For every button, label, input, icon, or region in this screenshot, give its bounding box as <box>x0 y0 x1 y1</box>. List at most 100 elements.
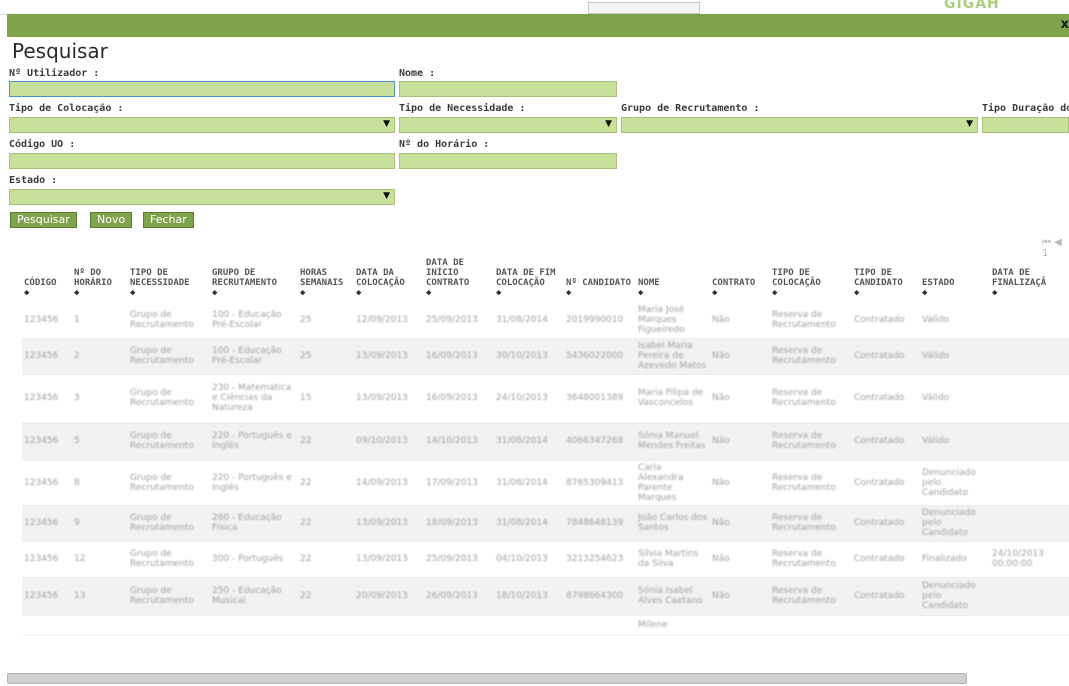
table-row[interactable]: 123456 1 Grupo de Recrutamento 100 - Educaç… <box>22 302 1069 339</box>
table-cell: Não <box>710 505 770 542</box>
sort-icon[interactable]: ◆ <box>922 288 988 298</box>
table-cell <box>990 505 1069 542</box>
top-select[interactable] <box>588 2 700 14</box>
utilizador-input[interactable] <box>9 81 395 97</box>
table-cell <box>990 338 1069 375</box>
column-header[interactable]: DATA DE FINALIZAÇÃ ◆ <box>990 252 1069 302</box>
tipo-colocacao-select[interactable]: ▼ <box>9 117 395 133</box>
column-header[interactable]: ESTADO ◆ <box>920 252 990 302</box>
table-cell: 26/09/2013 <box>424 577 494 616</box>
table-row[interactable]: 123456 2 Grupo de Recrutamento 100 - Educaç… <box>22 338 1069 375</box>
table-cell: Grupo de Recrutamento <box>128 422 210 461</box>
table-cell: 2019990010 <box>564 302 636 339</box>
estado-select[interactable]: ▼ <box>9 189 395 205</box>
sort-icon[interactable]: ◆ <box>496 288 562 298</box>
column-header[interactable]: DATA DA COLOCAÇÃO ◆ <box>354 252 424 302</box>
sort-icon[interactable]: ◆ <box>772 288 850 298</box>
table-row[interactable]: 123456 3 Grupo de Recrutamento 230 - Matemá… <box>22 374 1069 423</box>
table-cell: Milene <box>636 615 710 636</box>
table-cell: 250 - Educação Musical <box>210 577 298 616</box>
table-cell <box>710 615 770 636</box>
column-header[interactable]: HORAS SEMANAIS ◆ <box>298 252 354 302</box>
horario-input[interactable] <box>399 153 617 169</box>
column-header-label: CÓDIGO <box>24 278 57 288</box>
table-cell: 13/09/2013 <box>354 374 424 423</box>
sort-icon[interactable]: ◆ <box>24 288 70 298</box>
results-table: CÓDIGO ◆ Nº DO HORÁRIO ◆ TIPO DE NECESSIDADE… <box>22 252 1069 636</box>
column-header[interactable]: GRUPO DE RECRUTAMENTO ◆ <box>210 252 298 302</box>
horizontal-scrollbar[interactable] <box>7 673 967 684</box>
table-row[interactable]: 123456 13 Grupo de Recrutamento 250 - Educa… <box>22 577 1069 616</box>
column-header-label: DATA DE FINALIZAÇÃ <box>992 268 1047 288</box>
close-icon[interactable]: x <box>1061 17 1069 32</box>
table-cell: 8 <box>72 460 128 506</box>
sort-icon[interactable]: ◆ <box>300 288 352 298</box>
table-cell: Não <box>710 541 770 578</box>
table-cell: 8798664300 <box>564 577 636 616</box>
utilizador-label: Nº Utilizador : <box>9 68 100 79</box>
tipo-duracao-select[interactable] <box>982 117 1069 133</box>
sort-icon[interactable]: ◆ <box>426 288 492 298</box>
table-cell: 22 <box>298 541 354 578</box>
table-cell: Contratado <box>852 338 920 375</box>
table-cell: Sónia Manuel Mendes Freitas <box>636 422 710 461</box>
table-cell: Contratado <box>852 302 920 339</box>
column-header[interactable]: DATA DE INÍCIO CONTRATO ◆ <box>424 252 494 302</box>
tipo-necessidade-select[interactable]: ▼ <box>399 117 617 133</box>
chevron-down-icon: ▼ <box>605 119 612 129</box>
table-cell: 123456 <box>22 338 72 375</box>
sort-icon[interactable]: ◆ <box>566 288 634 298</box>
sort-icon[interactable]: ◆ <box>638 288 708 298</box>
chevron-down-icon: ▼ <box>966 119 973 129</box>
column-header[interactable]: TIPO DE NECESSIDADE ◆ <box>128 252 210 302</box>
table-cell: Contratado <box>852 460 920 506</box>
column-header[interactable]: NOME ◆ <box>636 252 710 302</box>
sort-icon[interactable]: ◆ <box>854 288 918 298</box>
column-header[interactable]: Nº DO HORÁRIO ◆ <box>72 252 128 302</box>
column-header[interactable]: TIPO DE COLOCAÇÃO ◆ <box>770 252 852 302</box>
column-header[interactable]: Nº CANDIDATO ◆ <box>564 252 636 302</box>
sort-icon[interactable]: ◆ <box>74 288 126 298</box>
table-row[interactable]: 123456 12 Grupo de Recrutamento 300 - Portu… <box>22 541 1069 578</box>
table-cell: 13 <box>72 577 128 616</box>
table-cell: Reserva de Recrutamento <box>770 302 852 339</box>
table-cell: Denunciado pelo Candidato <box>920 505 990 542</box>
table-cell: 30/10/2013 <box>494 338 564 375</box>
table-cell: 123456 <box>22 505 72 542</box>
table-cell <box>494 615 564 636</box>
table-cell: 17/09/2013 <box>424 460 494 506</box>
column-header[interactable]: TIPO DE CANDIDATO ◆ <box>852 252 920 302</box>
table-cell: 31/08/2014 <box>494 460 564 506</box>
table-cell: Grupo de Recrutamento <box>128 374 210 423</box>
top-strip: GIGAH <box>0 0 1069 15</box>
sort-icon[interactable]: ◆ <box>356 288 422 298</box>
table-cell: Válido <box>920 302 990 339</box>
grupo-recrutamento-select[interactable]: ▼ <box>621 117 978 133</box>
table-cell: 123456 <box>22 541 72 578</box>
sort-icon[interactable]: ◆ <box>212 288 296 298</box>
sort-icon[interactable]: ◆ <box>992 288 1067 298</box>
column-header[interactable]: CÓDIGO ◆ <box>22 252 72 302</box>
table-row[interactable]: 123456 5 Grupo de Recrutamento 220 - Portug… <box>22 422 1069 461</box>
novo-button[interactable]: Novo <box>90 212 133 228</box>
column-header-label: CONTRATO <box>712 278 756 288</box>
nome-input[interactable] <box>399 81 617 97</box>
sort-icon[interactable]: ◆ <box>712 288 768 298</box>
pesquisar-button[interactable]: Pesquisar <box>10 212 77 228</box>
table-row[interactable]: Milene <box>22 615 1069 636</box>
table-row[interactable]: 123456 9 Grupo de Recrutamento 260 - Educaç… <box>22 505 1069 542</box>
column-header[interactable]: DATA DE FIM COLOCAÇÃO ◆ <box>494 252 564 302</box>
table-row[interactable]: 123456 8 Grupo de Recrutamento 220 - Portug… <box>22 460 1069 506</box>
table-cell: 5436022000 <box>564 338 636 375</box>
column-header[interactable]: CONTRATO ◆ <box>710 252 770 302</box>
table-cell: 123456 <box>22 302 72 339</box>
column-header-label: ESTADO <box>922 278 955 288</box>
sort-icon[interactable]: ◆ <box>130 288 208 298</box>
table-cell: 15 <box>298 374 354 423</box>
fechar-button[interactable]: Fechar <box>143 212 194 228</box>
table-cell: Grupo de Recrutamento <box>128 577 210 616</box>
table-cell <box>564 615 636 636</box>
codigo-uo-input[interactable] <box>9 153 395 169</box>
table-cell: 20/09/2013 <box>354 577 424 616</box>
table-cell: 220 - Português e Inglês <box>210 460 298 506</box>
